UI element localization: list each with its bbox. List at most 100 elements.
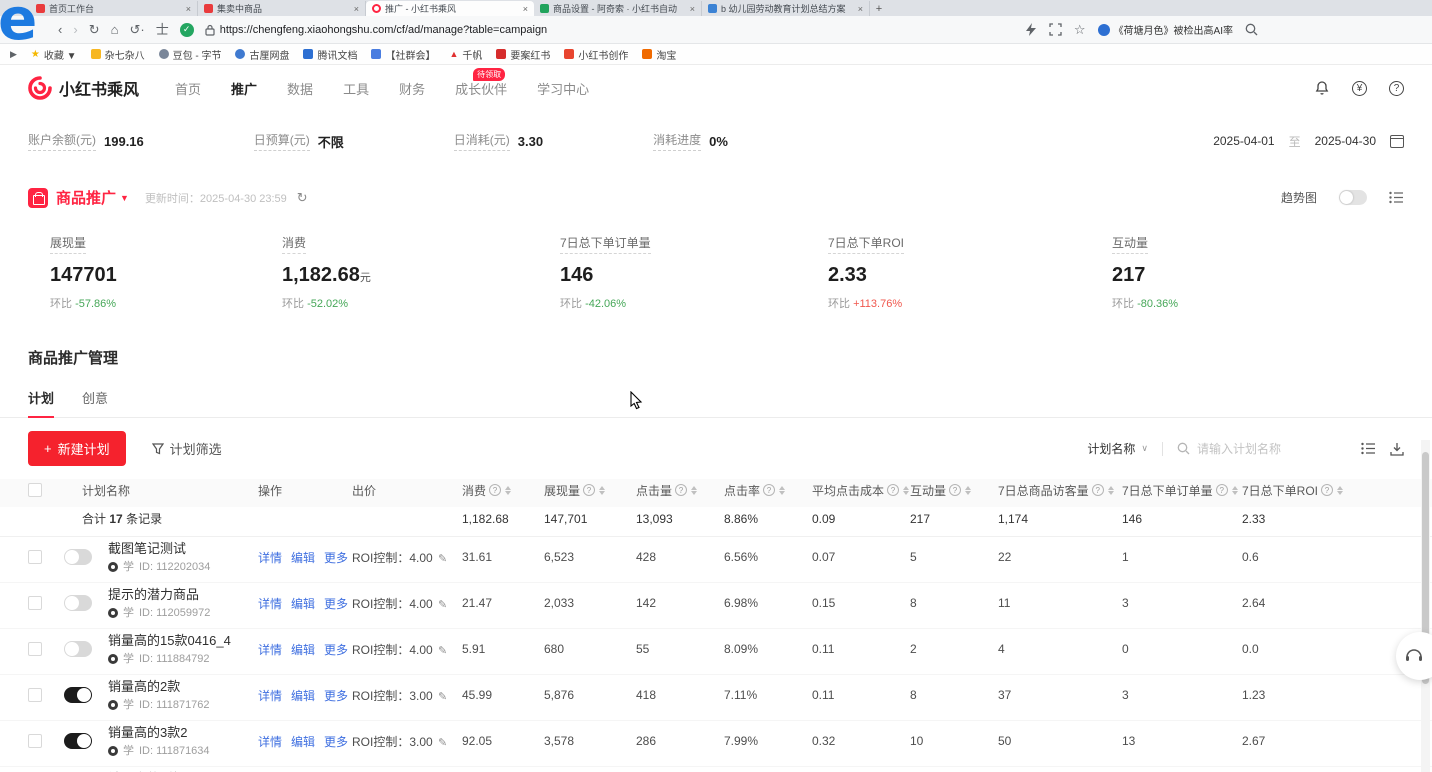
refresh-data-icon[interactable]: ↻	[297, 190, 308, 206]
browser-tab[interactable]: b 幼儿园劳动教育计划总结方案 ×	[702, 1, 870, 16]
select-all-checkbox[interactable]	[28, 483, 42, 497]
bookmark-item[interactable]: 【社群会】	[371, 47, 435, 62]
search-field-select[interactable]: 计划名称 ∨	[1087, 440, 1148, 457]
plan-toggle[interactable]	[64, 549, 92, 565]
nav-promotion[interactable]: 推广	[231, 79, 257, 98]
bookmark-item[interactable]: 古厘网盘	[235, 47, 289, 62]
home-icon[interactable]: ⌂	[111, 23, 119, 36]
bookmark-item[interactable]: 淘宝	[642, 47, 676, 62]
bell-icon[interactable]	[1314, 80, 1330, 96]
trend-chart-toggle[interactable]	[1339, 190, 1367, 205]
nav-data[interactable]: 数据	[287, 79, 313, 98]
more-link[interactable]: 更多	[324, 733, 348, 750]
date-end[interactable]: 2025-04-30	[1315, 134, 1376, 148]
browser-tab[interactable]: 首页工作台 ×	[30, 1, 198, 16]
detail-link[interactable]: 详情	[258, 733, 282, 750]
edit-bid-icon[interactable]: ✎	[438, 553, 447, 565]
edit-bid-icon[interactable]: ✎	[438, 691, 447, 703]
col-roi[interactable]: 7日总下单ROI?	[1242, 482, 1432, 499]
plan-filter-button[interactable]: 计划筛选	[152, 439, 222, 458]
metric-settings-icon[interactable]	[1389, 191, 1404, 204]
detail-link[interactable]: 详情	[258, 687, 282, 704]
new-tab-button[interactable]: +	[870, 1, 888, 16]
tab-close-icon[interactable]: ×	[690, 4, 695, 14]
plan-toggle[interactable]	[64, 595, 92, 611]
plan-search[interactable]	[1177, 442, 1347, 456]
plan-toggle[interactable]	[64, 733, 92, 749]
table-scrollbar[interactable]	[1421, 440, 1430, 772]
plan-name[interactable]: 销量高的3款2	[108, 723, 258, 743]
detail-link[interactable]: 详情	[258, 595, 282, 612]
col-impressions[interactable]: 展现量?	[544, 482, 636, 499]
tab-close-icon[interactable]: ×	[186, 4, 191, 14]
detail-link[interactable]: 详情	[258, 549, 282, 566]
search-icon[interactable]	[1245, 23, 1258, 36]
row-checkbox[interactable]	[28, 642, 42, 656]
back-icon[interactable]: ‹	[58, 23, 62, 36]
plan-search-input[interactable]	[1197, 442, 1327, 456]
browser-tab[interactable]: 集卖中商品 ×	[198, 1, 366, 16]
browser-tab[interactable]: 商品设置 - 阿奇索 · 小红书自动 ×	[534, 1, 702, 16]
more-link[interactable]: 更多	[324, 595, 348, 612]
brand[interactable]: 小红书乘风	[28, 76, 139, 100]
tab-close-icon[interactable]: ×	[858, 4, 863, 14]
edit-link[interactable]: 编辑	[291, 641, 315, 658]
nav-home[interactable]: 首页	[175, 79, 201, 98]
browser-tab-active[interactable]: 推广 - 小红书乘风 ×	[366, 1, 534, 16]
edit-bid-icon[interactable]: ✎	[438, 599, 447, 611]
plan-toggle[interactable]	[64, 641, 92, 657]
wallet-icon[interactable]: ¥	[1352, 81, 1367, 96]
col-cost[interactable]: 消费?	[462, 482, 544, 499]
calendar-icon[interactable]	[1390, 135, 1404, 148]
forward-icon[interactable]: ›	[73, 23, 77, 36]
nav-learning[interactable]: 学习中心	[537, 79, 589, 98]
bookmark-item[interactable]: 小红书创作	[564, 47, 628, 62]
help-icon[interactable]: ?	[1389, 81, 1404, 96]
new-plan-button[interactable]: + 新建计划	[28, 431, 126, 466]
plan-name[interactable]: 提示的潜力商品	[108, 585, 258, 605]
date-range-picker[interactable]: 2025-04-01 至 2025-04-30	[1213, 133, 1404, 150]
tab-creative[interactable]: 创意	[82, 388, 108, 417]
chevron-down-icon[interactable]: ▼	[120, 193, 129, 203]
tab-plan[interactable]: 计划	[28, 388, 54, 417]
bookmark-item[interactable]: ★收藏 ▼	[31, 47, 77, 62]
edit-bid-icon[interactable]: ✎	[438, 737, 447, 749]
tab-close-icon[interactable]: ×	[354, 4, 359, 14]
tab-close-icon[interactable]: ×	[523, 4, 528, 14]
overview-title[interactable]: 商品推广	[56, 187, 116, 208]
star-icon[interactable]: ☆	[1074, 23, 1086, 36]
nav-tools[interactable]: 工具	[343, 79, 369, 98]
plan-name[interactable]: 销量高的15款0416_4	[108, 631, 258, 651]
nav-partner[interactable]: 成长伙伴 待领取	[455, 79, 507, 98]
row-checkbox[interactable]	[28, 550, 42, 564]
refresh-icon[interactable]: ↻	[89, 23, 100, 36]
date-start[interactable]: 2025-04-01	[1213, 134, 1274, 148]
security-shield-icon[interactable]: ✓	[180, 23, 194, 37]
browser-notice[interactable]: 《荷塘月色》被检出高AI率	[1098, 22, 1233, 37]
screenshot-icon[interactable]	[1049, 23, 1062, 36]
col-clicks[interactable]: 点击量?	[636, 482, 724, 499]
row-checkbox[interactable]	[28, 596, 42, 610]
history-icon[interactable]: ↺·	[129, 23, 144, 36]
bookmark-item[interactable]: 杂七杂八	[91, 47, 145, 62]
url-field[interactable]: https://chengfeng.xiaohongshu.com/cf/ad/…	[205, 24, 1015, 36]
edit-bid-icon[interactable]: ✎	[438, 645, 447, 657]
bookmark-item[interactable]: 要案红书	[496, 47, 550, 62]
download-icon[interactable]	[1390, 442, 1404, 456]
plan-name[interactable]: 销量高的2款	[108, 677, 258, 697]
plan-name[interactable]: 截图笔记测试	[108, 539, 258, 559]
row-checkbox[interactable]	[28, 734, 42, 748]
more-link[interactable]: 更多	[324, 687, 348, 704]
col-cpc[interactable]: 平均点击成本?	[812, 482, 910, 499]
column-settings-icon[interactable]	[1361, 442, 1376, 455]
bookmark-item[interactable]: 豆包 - 字节	[159, 47, 222, 62]
edit-link[interactable]: 编辑	[291, 549, 315, 566]
row-checkbox[interactable]	[28, 688, 42, 702]
col-name[interactable]: 计划名称	[64, 482, 258, 499]
col-visitors[interactable]: 7日总商品访客量?	[998, 482, 1122, 499]
nav-finance[interactable]: 财务	[399, 79, 425, 98]
col-engagement[interactable]: 互动量?	[910, 482, 998, 499]
edit-link[interactable]: 编辑	[291, 733, 315, 750]
bookmark-item[interactable]: ▲千帆	[449, 47, 482, 62]
bookmark-page-icon[interactable]: ⼠	[156, 23, 169, 36]
